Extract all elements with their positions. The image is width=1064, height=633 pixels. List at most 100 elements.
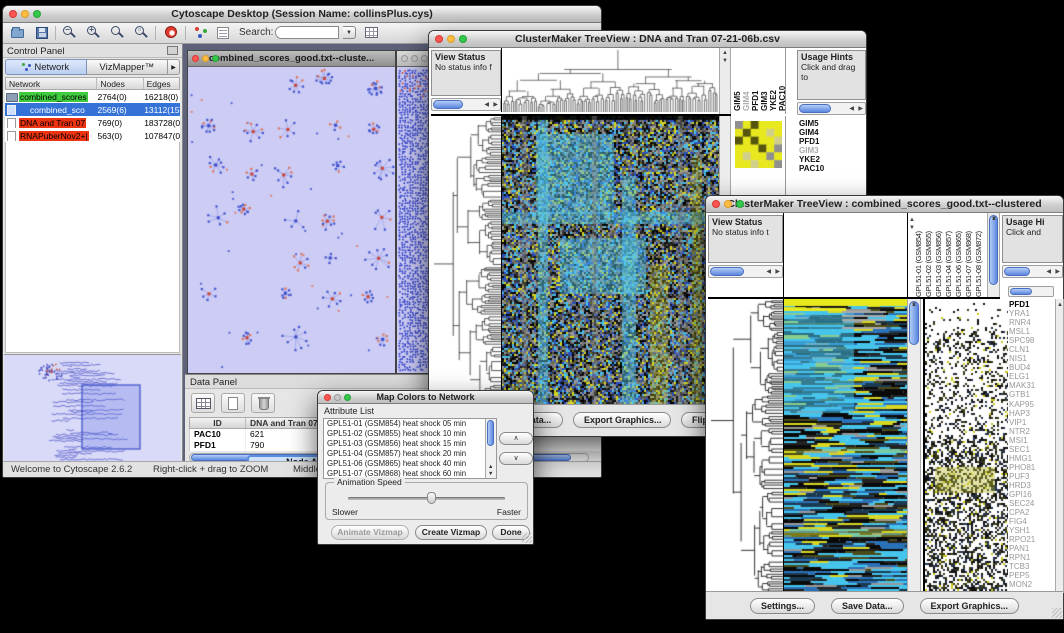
network-table-row[interactable]: RNAPuberNov2+| 563(0) 107847(0) — [5, 129, 180, 142]
tv2-column-label: GPL51-06 (GSM865) — [954, 217, 964, 297]
treeview2-titlebar[interactable]: ClusterMaker TreeView : combined_scores_… — [706, 196, 1063, 213]
save-data-button[interactable]: Save Data... — [831, 598, 904, 614]
tv2-status-scrollbar[interactable]: ◀▶ — [708, 265, 783, 278]
tv2-column-label: GPL51-04 (GSM857) — [944, 217, 954, 297]
help-lifesaver-icon[interactable] — [163, 25, 181, 41]
tv2-main-vscrollbar[interactable]: ▲▼ — [907, 299, 921, 593]
tv1-status-scrollbar[interactable]: ◀▶ — [431, 98, 501, 111]
tv2-gene-label: HMG1 — [1009, 454, 1055, 463]
tv2-top-vscrollbar[interactable]: ▲▼ — [987, 213, 1000, 299]
tab-network[interactable]: Network — [5, 59, 87, 75]
resize-grip[interactable] — [522, 533, 532, 543]
treeview1-titlebar[interactable]: ClusterMaker TreeView : DNA and Tran 07-… — [429, 31, 866, 48]
zoom-button[interactable] — [459, 35, 467, 43]
new-attribute-icon[interactable] — [221, 393, 245, 413]
settings-button[interactable]: Settings... — [750, 598, 815, 614]
open-file-icon[interactable] — [9, 25, 27, 41]
tv2-heatmap-canvas[interactable] — [783, 299, 908, 593]
tab-vizmapper[interactable]: VizMapper™ — [87, 59, 169, 75]
move-up-button[interactable]: ∧ — [499, 432, 533, 445]
zoom-fit-icon[interactable] — [109, 25, 127, 41]
tv1-column-dendrogram[interactable] — [501, 48, 720, 112]
network-view-titlebar[interactable]: combined_scores_good.txt--cluste... — [188, 51, 395, 67]
faster-label: Faster — [497, 507, 521, 517]
zoom-button[interactable] — [33, 10, 41, 18]
tv2-gene-hscrollbar[interactable] — [1008, 286, 1054, 297]
tv2-secondary-heatmap-canvas[interactable] — [923, 299, 1008, 593]
network-table-row[interactable]: combined_scores 2764(0) 16218(0) — [5, 90, 180, 103]
close-button[interactable] — [9, 10, 17, 18]
tv2-gene-label: PFD1 — [1009, 300, 1055, 309]
attribute-table-icon[interactable] — [191, 393, 215, 413]
minimize-button[interactable] — [447, 35, 455, 43]
delete-attribute-icon[interactable] — [251, 393, 275, 413]
float-panel-icon[interactable] — [167, 46, 178, 55]
search-dropdown-icon[interactable]: ▼ — [343, 26, 356, 39]
minimize-button[interactable] — [334, 394, 341, 401]
tv2-gene-label: PEP5 — [1009, 571, 1055, 580]
resize-grip[interactable] — [1052, 608, 1062, 618]
attribute-list-item[interactable]: GPL51-03 (GSM856) heat shock 15 min — [324, 439, 496, 449]
table-edit-icon[interactable] — [363, 25, 381, 41]
close-button[interactable] — [435, 35, 443, 43]
tv2-usage-scrollbar[interactable]: ◀▶ — [1002, 265, 1063, 278]
network-view-canvas[interactable] — [188, 67, 395, 373]
tv2-gene-label: ELG1 — [1009, 372, 1055, 381]
tv2-gene-label: KAP95 — [1009, 400, 1055, 409]
zoom-button[interactable] — [212, 55, 219, 62]
node-edit-icon[interactable] — [193, 25, 211, 41]
tab-overflow-arrow[interactable]: ▶ — [168, 59, 180, 75]
attribute-list-item[interactable]: GPL51-04 (GSM857) heat shock 20 min — [324, 449, 496, 459]
zoom-selected-icon[interactable]: ▫ — [133, 25, 151, 41]
search-label: Search: — [239, 27, 273, 38]
minimize-button[interactable] — [21, 10, 29, 18]
column-id[interactable]: ID — [190, 418, 246, 428]
tv1-row-dendrogram[interactable] — [431, 116, 501, 406]
main-titlebar[interactable]: Cytoscape Desktop (Session Name: collins… — [3, 6, 601, 23]
move-down-button[interactable]: ∨ — [499, 452, 533, 465]
tv1-top-vscrollbar[interactable]: ▲▼ — [719, 48, 731, 114]
tv2-row-dendrogram[interactable] — [708, 299, 783, 593]
network-overview-canvas[interactable] — [4, 354, 181, 467]
network-tab-icon — [22, 63, 31, 71]
tv2-gene-list: PFD1YRA1RNR4MSL1SPC98CLN1NIS1BUD4ELG1MAK… — [1009, 300, 1055, 592]
export-graphics-button[interactable]: Export Graphics... — [573, 412, 671, 428]
animation-speed-label: Animation Speed — [334, 477, 405, 487]
close-button[interactable] — [324, 394, 331, 401]
attribute-list-item[interactable]: GPL51-06 (GSM865) heat shock 40 min — [324, 459, 496, 469]
attribute-list-item[interactable]: GPL51-01 (GSM854) heat shock 05 min — [324, 419, 496, 429]
close-button[interactable] — [192, 55, 199, 62]
attribute-list: GPL51-01 (GSM854) heat shock 05 minGPL51… — [323, 418, 497, 479]
speed-slider-thumb[interactable] — [427, 492, 436, 504]
attribute-list-item[interactable]: GPL51-02 (GSM855) heat shock 10 min — [324, 429, 496, 439]
minimize-button[interactable] — [202, 55, 209, 62]
zoom-button[interactable] — [344, 394, 351, 401]
status-hint-zoom: Right-click + drag to ZOOM — [153, 464, 268, 475]
zoom-button[interactable] — [736, 200, 744, 208]
annotation-icon[interactable] — [215, 25, 233, 41]
create-vizmap-button[interactable]: Create Vizmap — [415, 525, 487, 540]
zoom-out-icon[interactable]: − — [61, 25, 79, 41]
tv1-usage-scrollbar[interactable]: ◀▶ — [797, 102, 866, 115]
attribute-list-scrollbar[interactable]: ▲▼ — [485, 419, 496, 478]
close-button[interactable] — [712, 200, 720, 208]
zoom-in-icon[interactable]: + — [85, 25, 103, 41]
tv1-heatmap-canvas[interactable] — [501, 116, 720, 406]
tv2-gene-label: MSL1 — [1009, 327, 1055, 336]
animate-vizmap-button[interactable]: Animate Vizmap — [331, 525, 409, 540]
network-table-row[interactable]: DNA and Tran 07 769(0) 183728(0) — [5, 116, 180, 129]
zoom-button[interactable] — [421, 55, 428, 62]
save-icon[interactable] — [33, 25, 51, 41]
minimize-button[interactable] — [724, 200, 732, 208]
close-button[interactable] — [401, 55, 408, 62]
network-table-row[interactable]: combined_sco 2569(6) 13112(15) — [5, 103, 180, 116]
dialog-titlebar[interactable]: Map Colors to Network — [318, 391, 533, 404]
speed-slider-track[interactable] — [348, 497, 505, 500]
search-input[interactable] — [275, 26, 339, 39]
tv1-correlation-minimap[interactable] — [735, 121, 782, 168]
animation-speed-group: Animation Speed Slower Faster — [325, 482, 528, 520]
export-graphics-button[interactable]: Export Graphics... — [920, 598, 1020, 614]
tv2-gene-vscrollbar[interactable]: ▲ — [1055, 299, 1064, 593]
minimize-button[interactable] — [411, 55, 418, 62]
treeview-window-combined: ClusterMaker TreeView : combined_scores_… — [705, 195, 1064, 620]
